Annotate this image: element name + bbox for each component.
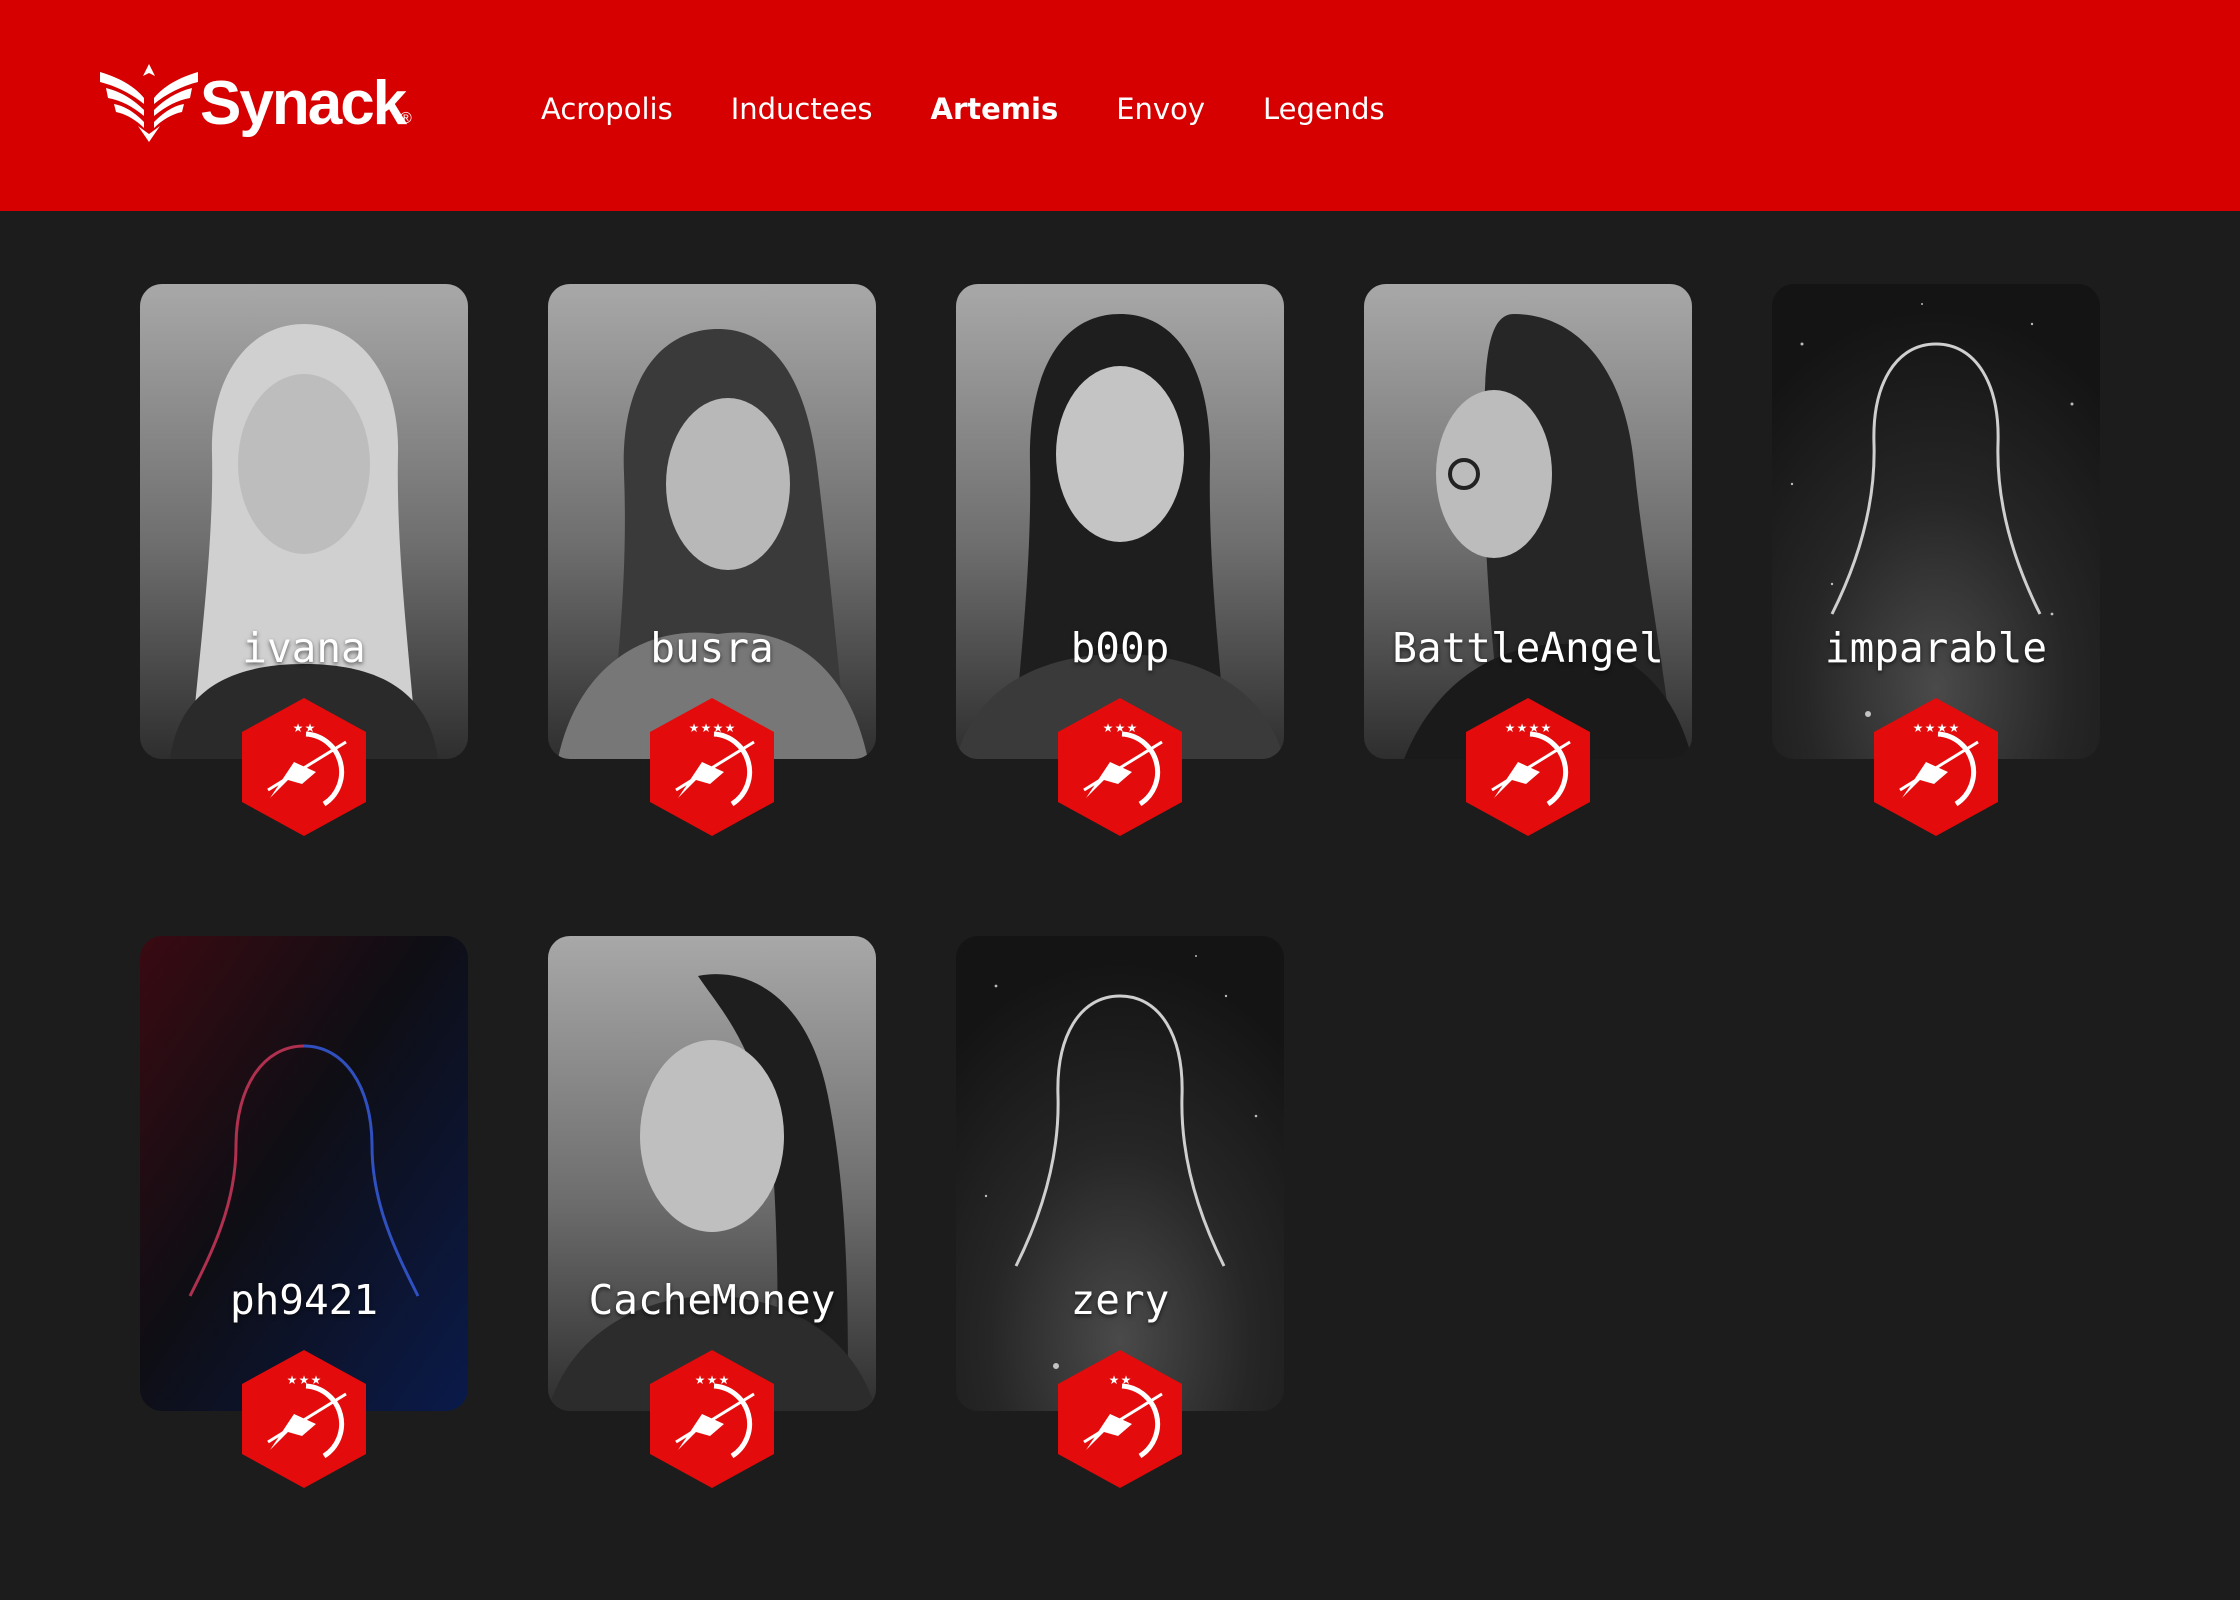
portrait-photo [956,284,1284,759]
rank-star-icon: ★ [299,1373,310,1387]
member-handle: b00p [1070,624,1170,672]
member-handle: busra [650,624,774,672]
artemis-badge-icon: ★ ★ ★ [650,1350,774,1488]
nav-item-legends[interactable]: Legends [1263,92,1385,126]
nav-item-acropolis[interactable]: Acropolis [541,92,673,126]
eagle-wings-icon [100,64,198,142]
nav-item-envoy[interactable]: Envoy [1116,92,1205,126]
rank-star-icon: ★ [1115,721,1126,735]
member-handle: imparable [1824,624,2048,672]
header-bar: Synack ® Acropolis Inductees Artemis Env… [0,0,2240,211]
portrait-photo [140,284,468,759]
member-handle: zery [1070,1276,1170,1324]
artemis-badge-icon: ★ ★ ★ ★ [1874,698,1998,836]
artemis-badge-icon: ★ ★ ★ ★ [1466,698,1590,836]
rank-star-icon: ★ [287,1373,298,1387]
rank-star-icon: ★ [1529,721,1540,735]
rank-star-icon: ★ [1109,1373,1120,1387]
rank-star-icon: ★ [1913,721,1924,735]
silhouette-placeholder [956,936,1284,1411]
rank-star-icon: ★ [1127,721,1138,735]
member-card-cachemoney[interactable]: CacheMoney [548,936,876,1411]
rank-star-icon: ★ [725,721,736,735]
member-handle: BattleAngel [1392,624,1664,672]
member-card-b00p[interactable]: b00p [956,284,1284,759]
artemis-badge-icon: ★ ★ [1058,1350,1182,1488]
member-handle: ph9421 [229,1276,379,1324]
member-card-zery[interactable]: zery [956,936,1284,1411]
rank-star-icon: ★ [1925,721,1936,735]
nav-item-inductees[interactable]: Inductees [731,92,873,126]
portrait-photo [548,936,876,1411]
rank-star-icon: ★ [1121,1373,1132,1387]
brand-name: Synack [200,69,407,138]
member-handle: CacheMoney [588,1276,836,1324]
rank-star-icon: ★ [707,1373,718,1387]
synack-logo[interactable]: Synack ® [100,64,420,144]
rank-star-icon: ★ [1505,721,1516,735]
member-card-ivana[interactable]: ivana [140,284,468,759]
rank-star-icon: ★ [1541,721,1552,735]
rank-star-icon: ★ [305,721,316,735]
member-card-imparable[interactable]: imparable [1772,284,2100,759]
rank-star-icon: ★ [311,1373,322,1387]
rank-star-icon: ★ [689,721,700,735]
nav-item-artemis[interactable]: Artemis [931,92,1059,126]
portrait-photo [548,284,876,759]
member-card-battleangel[interactable]: BattleAngel [1364,284,1692,759]
member-card-ph9421[interactable]: ph9421 [140,936,468,1411]
member-card-busra[interactable]: busra [548,284,876,759]
rank-star-icon: ★ [701,721,712,735]
main-nav: Acropolis Inductees Artemis Envoy Legend… [541,92,1443,126]
member-handle: ivana [242,624,366,672]
portrait-photo [1364,284,1692,759]
rank-star-icon: ★ [293,721,304,735]
artemis-badge-icon: ★ ★ ★ [242,1350,366,1488]
artemis-badge-icon: ★ ★ ★ ★ [650,698,774,836]
rank-star-icon: ★ [1103,721,1114,735]
rank-star-icon: ★ [695,1373,706,1387]
rank-star-icon: ★ [1937,721,1948,735]
silhouette-placeholder [1772,284,2100,759]
rank-star-icon: ★ [719,1373,730,1387]
rank-star-icon: ★ [1949,721,1960,735]
silhouette-placeholder-redblue [140,936,468,1411]
artemis-badge-icon: ★ ★ [242,698,366,836]
rank-star-icon: ★ [1517,721,1528,735]
artemis-badge-icon: ★ ★ ★ [1058,698,1182,836]
rank-star-icon: ★ [713,721,724,735]
registered-mark: ® [400,110,412,127]
